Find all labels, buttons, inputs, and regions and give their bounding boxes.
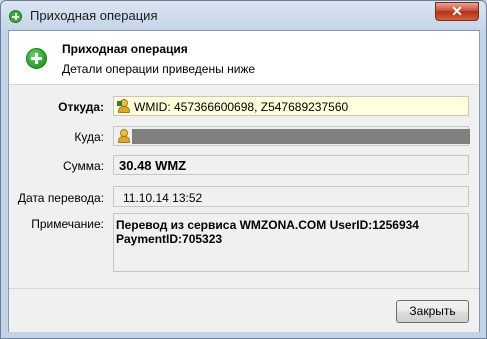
dialog-header: Приходная операция Детали операции приве… [9,31,479,85]
webmoney-user-icon [117,99,131,113]
plus-circle-icon [26,48,47,69]
header-title: Приходная операция [62,42,188,56]
dialog-window: Приходная операция ✕ Приходная операция … [0,0,487,339]
date-label: Дата перевода: [17,191,104,205]
webmoney-user-icon [117,129,131,143]
date-value: 11.10.14 13:52 [123,191,203,205]
note-label: Примечание: [31,217,104,231]
close-icon: ✕ [451,3,463,19]
date-field[interactable]: 11.10.14 13:52 [113,186,469,207]
from-value: WMID: 457366600698, Z547689237560 [134,100,349,114]
amount-value: 30.48 WMZ [119,158,187,173]
window-close-button[interactable]: ✕ [435,2,479,21]
dialog-footer: Закрыть [9,288,479,332]
amount-label: Сумма: [62,159,104,173]
from-field[interactable]: WMID: 457366600698, Z547689237560 [113,96,469,116]
title-bar[interactable]: Приходная операция ✕ [1,1,486,31]
from-label: Откуда: [58,100,104,114]
note-value: Перевод из сервиса WMZONA.COM UserID:125… [116,218,419,246]
amount-field[interactable]: 30.48 WMZ [113,155,469,175]
redacted-value [132,129,470,144]
note-field[interactable]: Перевод из сервиса WMZONA.COM UserID:125… [113,213,469,272]
close-button[interactable]: Закрыть [396,300,469,323]
to-label: Куда: [74,130,104,144]
plus-circle-icon [9,10,22,23]
dialog-body: Приходная операция Детали операции приве… [8,30,480,332]
to-field[interactable] [113,126,470,146]
window-title: Приходная операция [30,8,158,23]
header-subtitle: Детали операции приведены ниже [62,62,256,76]
